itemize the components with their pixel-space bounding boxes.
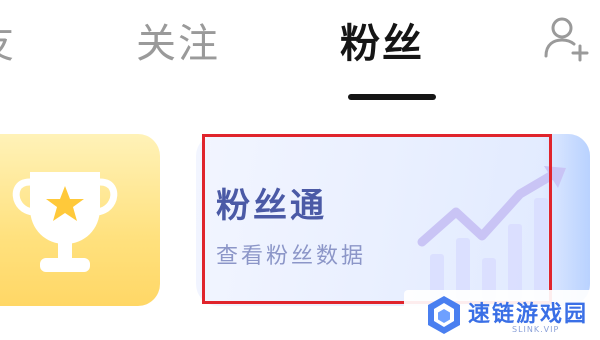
trophy-icon (12, 172, 118, 272)
watermark-url: SLINK.VIP (512, 325, 560, 334)
add-user-icon[interactable] (540, 14, 592, 66)
top-tab-bar: 友 关注 粉丝 (0, 0, 600, 110)
tab-friends[interactable]: 友 (0, 16, 16, 72)
highlight-box (202, 134, 552, 304)
watermark-name: 速链游戏园 (468, 302, 589, 327)
tab-following[interactable]: 关注 (136, 16, 220, 72)
active-tab-indicator (348, 94, 436, 100)
trophy-card[interactable] (0, 134, 160, 306)
watermark-logo-icon (428, 296, 460, 334)
tab-fans[interactable]: 粉丝 (340, 16, 424, 72)
watermark: 速链游戏园 SLINK.VIP (404, 290, 600, 340)
